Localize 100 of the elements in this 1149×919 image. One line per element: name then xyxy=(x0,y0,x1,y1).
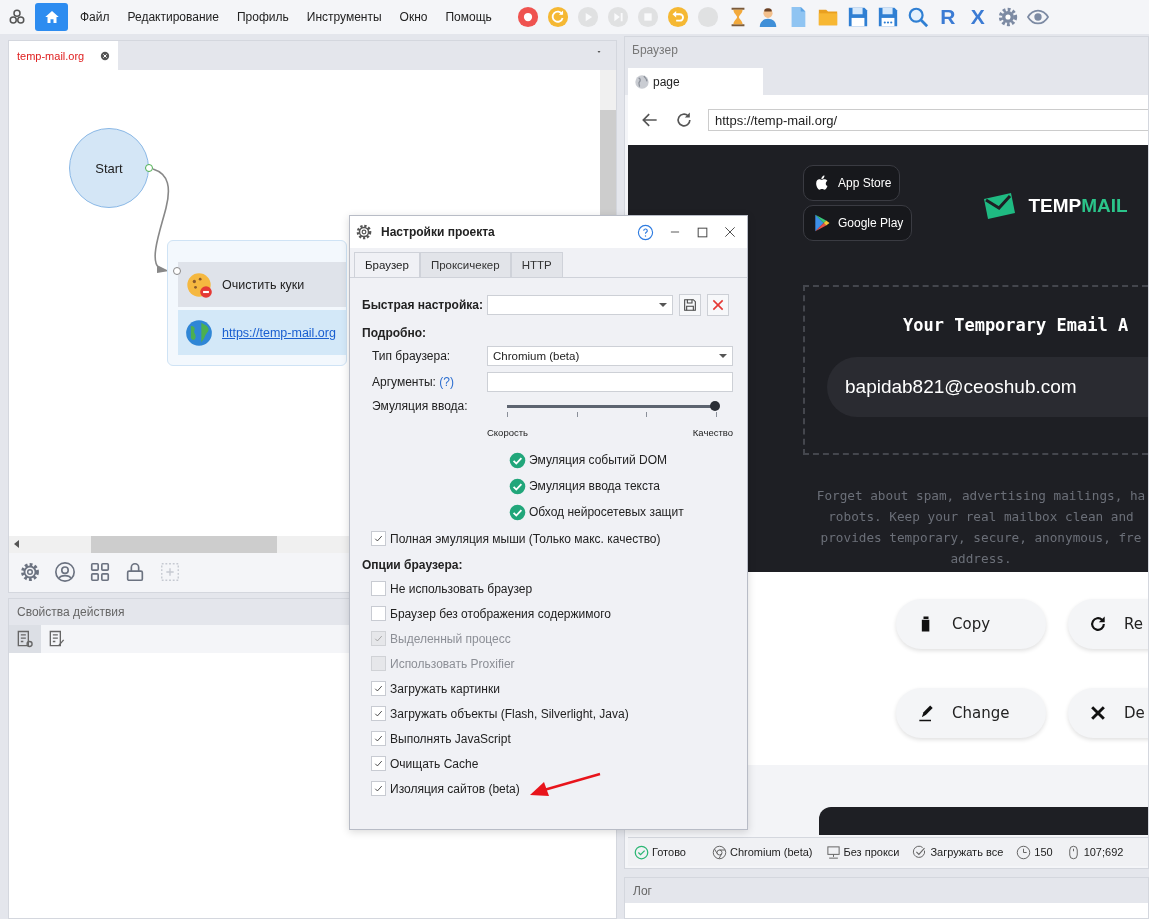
clock-icon xyxy=(1016,844,1032,860)
action-label: Очистить куки xyxy=(222,277,305,292)
close-icon[interactable] xyxy=(723,225,737,239)
action-node[interactable]: https://temp-mail.org xyxy=(178,310,346,355)
checkbox-label: Загружать объекты (Flash, Silverlight, Java) xyxy=(390,706,629,721)
checkbox-label: Браузер без отображения содержимого xyxy=(390,606,611,621)
cookie-icon xyxy=(185,270,213,299)
menu-item[interactable]: Окно xyxy=(399,10,428,24)
status-text: 107;692 xyxy=(1083,846,1124,858)
help-icon[interactable] xyxy=(637,223,654,241)
menu-item[interactable]: Инструменты xyxy=(306,10,382,24)
dialog-tab[interactable]: Браузер xyxy=(354,252,420,277)
undo-icon[interactable] xyxy=(666,6,689,28)
globe-icon xyxy=(185,318,213,347)
reload-icon[interactable] xyxy=(674,110,694,130)
arguments-field[interactable] xyxy=(487,371,733,392)
menu-item[interactable]: Профиль xyxy=(236,10,289,24)
action-button[interactable]: Re xyxy=(1068,598,1148,649)
settings-icon[interactable] xyxy=(19,561,41,584)
store-button[interactable]: Google Play xyxy=(803,205,913,241)
properties-tab[interactable] xyxy=(9,625,41,653)
search-icon[interactable] xyxy=(906,6,929,28)
check-circle-icon xyxy=(634,844,649,860)
browser-type-dropdown[interactable]: Chromium (beta) xyxy=(487,346,733,366)
input-port[interactable] xyxy=(173,267,181,275)
status-text: Загружать все xyxy=(930,846,1004,858)
checkbox[interactable] xyxy=(371,606,386,621)
description-text: Forget about spam, advertising mailings, ha robots. Keep your real mailbox clean and provides temporary, secure, anonymous, fre address. xyxy=(815,487,1147,568)
logo-text: TEMP xyxy=(1028,195,1082,217)
slider-label: Качество xyxy=(692,427,733,438)
checkbox-label: Использовать Proxifier xyxy=(390,656,515,671)
toolbar-letter-button[interactable]: R xyxy=(936,6,959,28)
status-text: Готово xyxy=(652,846,686,858)
email-address[interactable]: bapidab821@ceoshub.com xyxy=(827,357,1148,417)
checkbox[interactable] xyxy=(371,781,386,796)
action-node[interactable]: Очистить куки xyxy=(178,262,346,307)
list-edit-icon xyxy=(47,629,67,649)
page-heading: Your Temporary Email A xyxy=(903,315,1130,335)
checkbox-label: Выполнять JavaScript xyxy=(390,731,511,746)
project-tab[interactable]: temp-mail.org xyxy=(9,41,118,70)
save-button[interactable] xyxy=(679,294,701,316)
close-icon[interactable] xyxy=(100,50,110,61)
checkbox[interactable] xyxy=(371,581,386,596)
store-button[interactable]: App Store xyxy=(803,165,901,201)
maximize-icon[interactable] xyxy=(696,225,709,239)
menu-item[interactable]: Помощь xyxy=(445,10,492,24)
action-link[interactable]: https://temp-mail.org xyxy=(222,325,336,340)
feature-label: Эмуляция событий DOM xyxy=(529,453,668,467)
chromium-icon xyxy=(711,844,727,860)
menu-item[interactable]: Редактирование xyxy=(127,10,219,24)
action-button[interactable]: De xyxy=(1068,687,1148,738)
checkbox-label: Полная эмуляция мыши (Только макс. качество) xyxy=(390,531,661,546)
toolbar-letter-button[interactable]: X xyxy=(966,6,989,28)
slider-thumb[interactable] xyxy=(710,401,720,411)
action-button[interactable]: Copy xyxy=(896,598,1046,649)
scrollbar-thumb[interactable] xyxy=(91,535,277,553)
annotation-arrow xyxy=(529,772,601,796)
output-port[interactable] xyxy=(145,164,153,172)
checkbox[interactable] xyxy=(371,731,386,746)
scroll-left-icon[interactable] xyxy=(13,539,21,550)
dialog-tab[interactable]: Проксичекер xyxy=(419,252,511,277)
start-node[interactable]: Start xyxy=(69,128,149,208)
home-button[interactable] xyxy=(35,3,68,31)
panel-title: Лог xyxy=(633,883,652,898)
dialog-title: Настройки проекта xyxy=(381,225,496,239)
checkbox[interactable] xyxy=(371,531,386,546)
browser-tab[interactable]: page xyxy=(628,68,763,95)
dialog-tab[interactable]: HTTP xyxy=(510,252,563,277)
panel-title: Свойства действия xyxy=(17,605,125,619)
lock-icon[interactable] xyxy=(124,561,146,584)
settings-icon[interactable] xyxy=(996,6,1019,28)
help-link[interactable]: (?) xyxy=(439,374,454,389)
checkbox[interactable] xyxy=(371,756,386,771)
logo-text: MAIL xyxy=(1081,195,1128,217)
checkbox-label: Очищать Cache xyxy=(390,756,479,771)
app-logo-icon xyxy=(8,8,26,26)
checkbox[interactable] xyxy=(371,681,386,696)
checkbox-label: Выделенный процесс xyxy=(390,631,511,646)
grid-icon[interactable] xyxy=(89,561,111,584)
slider-label: Скорость xyxy=(487,427,529,438)
field-label: Быстрая настройка: xyxy=(362,298,484,312)
address-field[interactable]: https://temp-mail.org/ xyxy=(708,109,1148,131)
section-title: Опции браузера: xyxy=(362,558,463,572)
restart-icon[interactable] xyxy=(546,6,569,28)
status-text: Chromium (beta) xyxy=(729,846,813,858)
settings-icon xyxy=(355,223,373,241)
menu-item[interactable]: Файл xyxy=(80,10,110,24)
play-triangle-icon xyxy=(812,212,832,234)
caret-icon xyxy=(719,354,727,358)
checkbox[interactable] xyxy=(371,706,386,721)
user-circle-icon[interactable] xyxy=(54,561,76,584)
list-settings-icon xyxy=(15,629,35,649)
delete-button[interactable] xyxy=(707,294,729,316)
monitor-icon xyxy=(825,844,841,860)
action-button[interactable]: Change xyxy=(896,687,1046,738)
panel-title: Браузер xyxy=(632,43,678,57)
checkbox-label: Не использовать браузер xyxy=(390,581,533,596)
status-text: Без прокси xyxy=(843,846,900,858)
close-icon xyxy=(710,297,726,313)
record-icon[interactable] xyxy=(516,6,539,28)
